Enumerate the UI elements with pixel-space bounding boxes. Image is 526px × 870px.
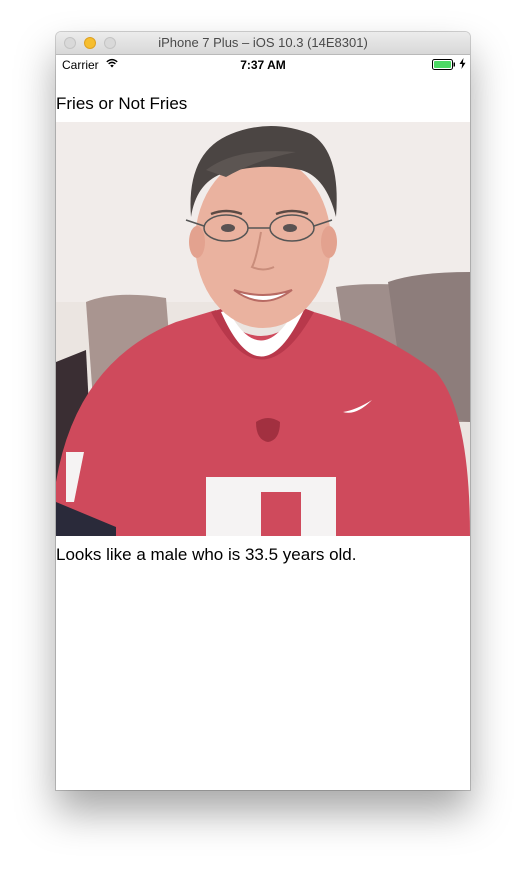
simulator-window: iPhone 7 Plus – iOS 10.3 (14E8301) Carri… xyxy=(56,32,470,790)
ios-status-bar: Carrier 7:37 AM xyxy=(56,55,470,75)
analyzed-photo xyxy=(56,122,470,536)
window-titlebar: iPhone 7 Plus – iOS 10.3 (14E8301) xyxy=(56,32,470,55)
window-title: iPhone 7 Plus – iOS 10.3 (14E8301) xyxy=(158,35,368,50)
prediction-result-label: Looks like a male who is 33.5 years old. xyxy=(56,545,357,564)
app-title: Fries or Not Fries xyxy=(56,94,188,113)
status-time: 7:37 AM xyxy=(240,58,286,72)
charging-icon xyxy=(459,58,466,69)
person-photo-illustration xyxy=(56,122,470,536)
battery-icon xyxy=(432,59,455,70)
